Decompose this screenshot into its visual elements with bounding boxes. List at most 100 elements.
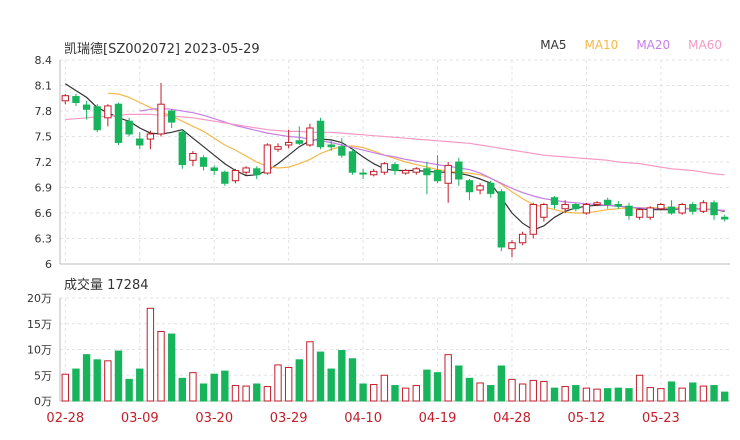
candle-body bbox=[316, 120, 325, 148]
volume-bar bbox=[497, 365, 506, 402]
candle-body bbox=[359, 172, 367, 175]
volume-y-tick-label: 15万 bbox=[27, 318, 52, 331]
volume-bar bbox=[263, 386, 272, 402]
volume-bar bbox=[582, 387, 591, 402]
volume-bar bbox=[146, 307, 155, 402]
volume-bar bbox=[635, 374, 644, 402]
volume-bar bbox=[104, 360, 112, 402]
candle-body bbox=[221, 171, 229, 184]
volume-bar bbox=[189, 372, 197, 402]
candle-body bbox=[550, 197, 559, 205]
candle-body bbox=[189, 153, 197, 161]
candle-body bbox=[667, 206, 676, 214]
volume-y-tick-label: 10万 bbox=[27, 344, 52, 357]
candle-body bbox=[455, 161, 463, 180]
stock-chart: 8.4 8.1 7.8 7.5 7.2 6.9 6.6 6.3 6 20万 15万 10万 5万 0万 02… bbox=[27, 54, 730, 426]
volume-bar bbox=[667, 381, 676, 402]
candle-body bbox=[487, 182, 495, 194]
date-tick-label: 04-28 bbox=[493, 411, 531, 426]
volume-bar bbox=[253, 383, 261, 402]
volume-bar bbox=[657, 388, 665, 402]
price-y-tick-label: 8.4 bbox=[35, 54, 53, 67]
candle-body bbox=[625, 205, 633, 217]
candle-body bbox=[401, 170, 410, 174]
volume-bar bbox=[487, 385, 495, 402]
volume-bar bbox=[327, 368, 335, 402]
candle-body bbox=[231, 170, 240, 182]
candle-body bbox=[178, 131, 186, 166]
price-y-tick-label: 6 bbox=[45, 258, 52, 271]
volume-bar bbox=[199, 383, 208, 402]
volume-bar bbox=[572, 385, 580, 402]
candle-body bbox=[689, 204, 697, 212]
candle-body bbox=[720, 216, 729, 220]
candle-body bbox=[614, 204, 623, 207]
volume-bar bbox=[593, 388, 601, 402]
volume-bar bbox=[348, 358, 357, 402]
volume-bar bbox=[444, 354, 452, 402]
volume-bar bbox=[646, 387, 654, 402]
candle-body bbox=[242, 167, 250, 173]
candle-body bbox=[423, 168, 431, 176]
volume-bar bbox=[508, 378, 516, 402]
volume-bar bbox=[476, 382, 484, 402]
volume-bar bbox=[720, 391, 729, 402]
candle-body bbox=[657, 204, 665, 210]
candle-body bbox=[561, 204, 569, 210]
candle-body bbox=[465, 180, 474, 193]
candle-body bbox=[210, 167, 218, 171]
candle-body bbox=[82, 104, 91, 110]
volume-bar bbox=[433, 372, 442, 402]
date-tick-label: 03-29 bbox=[270, 411, 308, 426]
candle-body bbox=[253, 168, 261, 176]
volume-bar bbox=[689, 382, 697, 402]
volume-y-tick-label: 0万 bbox=[34, 395, 52, 408]
candle-body bbox=[710, 202, 718, 216]
candle-body bbox=[327, 144, 335, 148]
volume-bar bbox=[518, 383, 527, 402]
volume-bar bbox=[699, 385, 708, 402]
volume-y-tick-label: 5万 bbox=[34, 369, 52, 382]
candle-body bbox=[582, 204, 591, 214]
volume-bar bbox=[316, 351, 325, 402]
volume-bar bbox=[391, 385, 399, 402]
volume-bar bbox=[412, 385, 420, 402]
volume-bar bbox=[157, 330, 165, 402]
candle-body bbox=[476, 185, 484, 191]
volume-bar bbox=[614, 387, 623, 402]
candle-body bbox=[699, 202, 708, 212]
candle-body bbox=[306, 127, 314, 146]
volume-bar bbox=[401, 387, 410, 402]
candle-body bbox=[604, 199, 612, 205]
candle-body bbox=[540, 204, 548, 218]
volume-bar bbox=[370, 384, 378, 402]
candle-body bbox=[295, 140, 303, 144]
volume-bar bbox=[380, 374, 389, 402]
volume-bar bbox=[338, 350, 346, 402]
candle-body bbox=[593, 202, 601, 206]
price-y-tick-label: 6.3 bbox=[35, 233, 53, 246]
candle-body bbox=[529, 204, 537, 235]
candle-body bbox=[391, 164, 399, 172]
candle-body bbox=[572, 204, 580, 210]
candle-body bbox=[93, 106, 101, 131]
candle-body bbox=[263, 144, 272, 174]
volume-bar bbox=[72, 368, 80, 402]
volume-bar bbox=[178, 377, 186, 402]
candle-body bbox=[199, 157, 208, 167]
candle-body bbox=[114, 103, 123, 143]
date-tick-label: 04-10 bbox=[344, 411, 382, 426]
volume-bar bbox=[114, 350, 123, 402]
candle-body bbox=[508, 242, 516, 250]
candle-body bbox=[136, 138, 144, 146]
volume-bar bbox=[167, 333, 176, 402]
volume-bar bbox=[231, 385, 240, 402]
volume-bar bbox=[284, 367, 293, 402]
volume-bar bbox=[529, 379, 537, 402]
candle-body bbox=[370, 170, 378, 176]
date-tick-label: 03-09 bbox=[121, 411, 159, 426]
candle-body bbox=[284, 141, 293, 146]
volume-bar bbox=[242, 385, 250, 402]
volume-bar bbox=[465, 377, 474, 402]
volume-bar bbox=[295, 359, 303, 402]
